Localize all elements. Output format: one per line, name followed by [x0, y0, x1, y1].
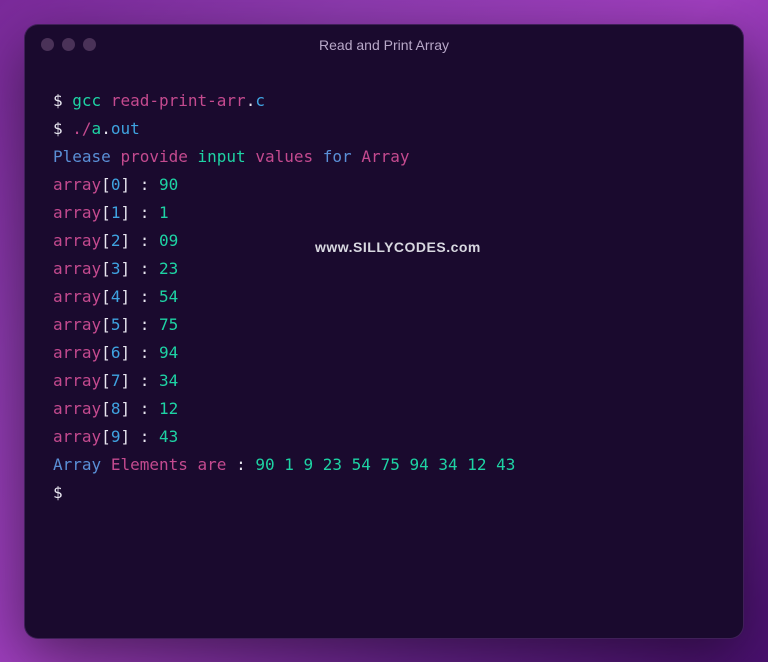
array-entry: array[9] : 43	[53, 423, 715, 451]
array-value: 75	[159, 315, 178, 334]
array-entry: array[6] : 94	[53, 339, 715, 367]
array-label: array	[53, 203, 101, 222]
array-value: 43	[159, 427, 178, 446]
titlebar: Read and Print Array	[25, 25, 743, 65]
array-label: array	[53, 231, 101, 250]
final-prompt: $	[53, 479, 715, 507]
prompt: $	[53, 119, 63, 138]
window-controls	[41, 38, 96, 51]
array-index: 3	[111, 259, 121, 278]
cmd-gcc: gcc	[72, 91, 101, 110]
cmd-a: a	[92, 119, 102, 138]
array-label: array	[53, 175, 101, 194]
window-title: Read and Print Array	[25, 37, 743, 53]
array-entry: array[1] : 1	[53, 199, 715, 227]
array-value: 94	[159, 343, 178, 362]
output-values: 90 1 9 23 54 75 94 34 12 43	[255, 455, 515, 474]
array-label: array	[53, 343, 101, 362]
array-index: 5	[111, 315, 121, 334]
cmd-out: out	[111, 119, 140, 138]
close-icon[interactable]	[41, 38, 54, 51]
terminal-window: Read and Print Array www.SILLYCODES.com …	[24, 24, 744, 639]
array-entry: array[7] : 34	[53, 367, 715, 395]
array-value: 34	[159, 371, 178, 390]
array-entry: array[4] : 54	[53, 283, 715, 311]
command-line-1: $ gcc read-print-arr.c	[53, 87, 715, 115]
array-entry: array[8] : 12	[53, 395, 715, 423]
prompt-message: Please provide input values for Array	[53, 143, 715, 171]
minimize-icon[interactable]	[62, 38, 75, 51]
maximize-icon[interactable]	[83, 38, 96, 51]
array-value: 23	[159, 259, 178, 278]
array-index: 8	[111, 399, 121, 418]
array-entry: array[5] : 75	[53, 311, 715, 339]
array-value: 12	[159, 399, 178, 418]
array-index: 7	[111, 371, 121, 390]
command-line-2: $ ./a.out	[53, 115, 715, 143]
array-index: 2	[111, 231, 121, 250]
array-label: array	[53, 371, 101, 390]
array-index: 1	[111, 203, 121, 222]
array-index: 9	[111, 427, 121, 446]
cmd-slash: ./	[72, 119, 91, 138]
watermark: www.SILLYCODES.com	[315, 235, 481, 260]
terminal-content[interactable]: www.SILLYCODES.com $ gcc read-print-arr.…	[25, 65, 743, 529]
array-value: 90	[159, 175, 178, 194]
array-index: 4	[111, 287, 121, 306]
array-value: 1	[159, 203, 169, 222]
output-line: Array Elements are : 90 1 9 23 54 75 94 …	[53, 451, 715, 479]
prompt: $	[53, 483, 63, 502]
array-entry: array[0] : 90	[53, 171, 715, 199]
array-index: 6	[111, 343, 121, 362]
array-label: array	[53, 315, 101, 334]
prompt: $	[53, 91, 63, 110]
array-value: 09	[159, 231, 178, 250]
cmd-filename: read-print-arr	[111, 91, 246, 110]
array-value: 54	[159, 287, 178, 306]
array-label: array	[53, 287, 101, 306]
array-label: array	[53, 399, 101, 418]
array-label: array	[53, 259, 101, 278]
array-index: 0	[111, 175, 121, 194]
array-label: array	[53, 427, 101, 446]
file-ext: c	[255, 91, 265, 110]
